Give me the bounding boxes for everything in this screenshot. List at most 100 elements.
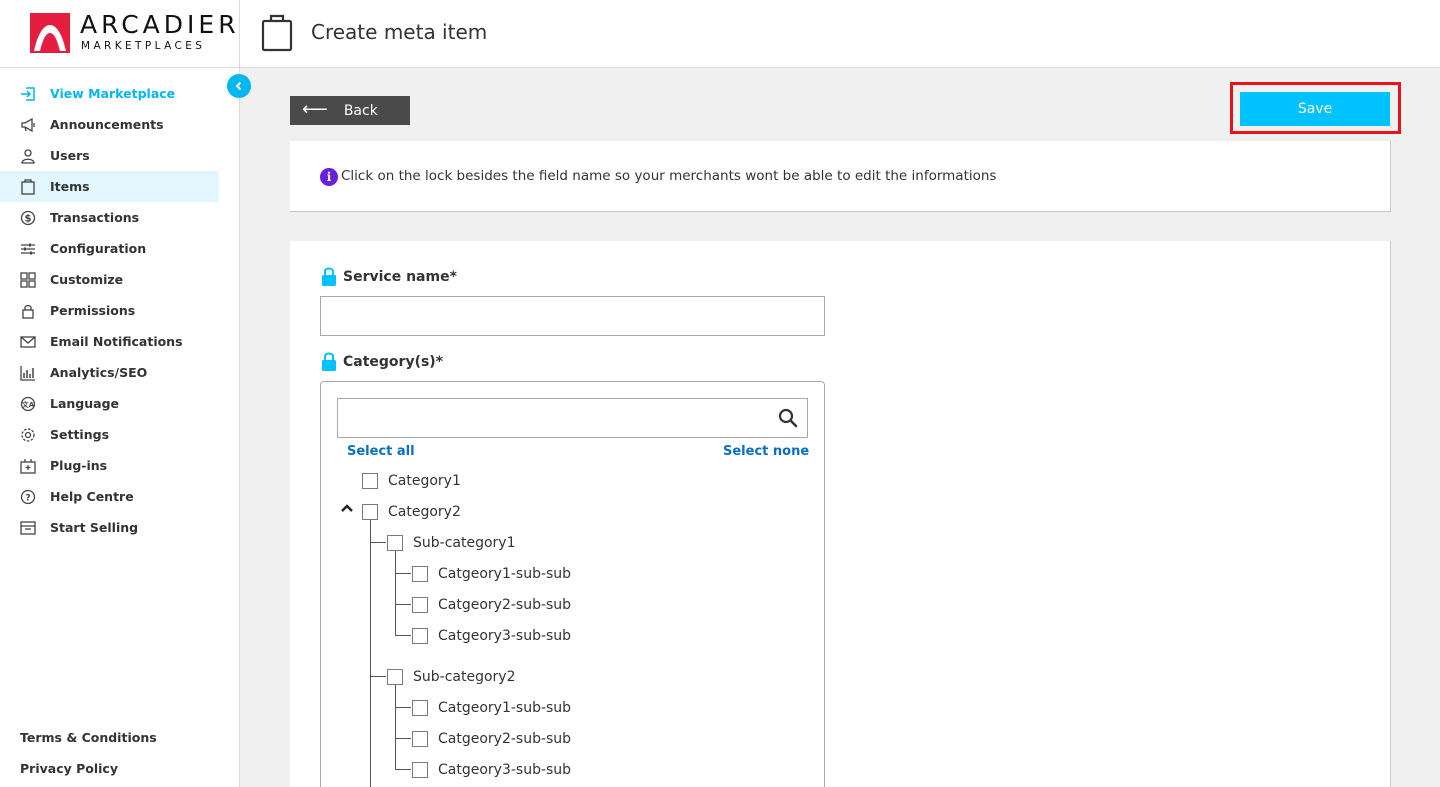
service-name-input[interactable]	[320, 296, 825, 336]
tree-line	[395, 635, 411, 636]
select-none-link[interactable]: Select none	[723, 444, 809, 459]
sidebar-collapse-button[interactable]	[227, 74, 251, 98]
select-all-link[interactable]: Select all	[347, 444, 415, 459]
checkbox[interactable]	[412, 566, 428, 582]
checkbox[interactable]	[412, 762, 428, 778]
sidebar-item-label: Configuration	[50, 241, 147, 256]
tree-item-label: Catgeory1-sub-sub	[438, 566, 572, 582]
lock-icon[interactable]	[321, 351, 337, 371]
tree-item-label: Category2	[388, 504, 461, 520]
top-header: ARCADIER MARKETPLACES Create meta item	[0, 0, 1440, 68]
tree-item-sub2-a[interactable]: Catgeory1-sub-sub	[412, 698, 571, 718]
sidebar-item-users[interactable]: Users	[0, 140, 219, 171]
tree-item-label: Catgeory2-sub-sub	[438, 597, 572, 613]
sidebar-item-analytics-seo[interactable]: Analytics/SEO	[0, 357, 219, 388]
sidebar-item-label: View Marketplace	[50, 86, 176, 101]
tree-item-label: Catgeory2-sub-sub	[438, 731, 572, 747]
category-search-input[interactable]	[337, 398, 808, 438]
tree-item-sub2-c[interactable]: Catgeory3-sub-sub	[412, 760, 571, 780]
tree-line	[395, 573, 411, 574]
tree-item-label: Sub-category2	[413, 669, 516, 685]
chevron-left-icon	[235, 81, 242, 91]
tree-item-label: Catgeory3-sub-sub	[438, 762, 572, 778]
checkbox[interactable]	[412, 731, 428, 747]
sidebar-item-plug-ins[interactable]: Plug-ins	[0, 450, 219, 481]
megaphone-icon	[20, 117, 36, 133]
sidebar-footer: Terms & Conditions Privacy Policy	[20, 726, 157, 787]
brand-name: ARCADIER	[80, 10, 240, 39]
clipboard-icon	[261, 14, 293, 52]
sidebar-item-help-centre[interactable]: ? Help Centre	[0, 481, 219, 512]
sidebar-item-label: Transactions	[50, 210, 140, 225]
search-icon[interactable]	[778, 408, 798, 428]
sidebar-item-settings[interactable]: Settings	[0, 419, 219, 450]
tree-item-category2[interactable]: Category2	[362, 502, 461, 522]
checkbox[interactable]	[362, 504, 378, 520]
sidebar-item-transactions[interactable]: $ Transactions	[0, 202, 219, 233]
tree-item-sub1-b[interactable]: Catgeory2-sub-sub	[412, 595, 571, 615]
sidebar-item-label: Analytics/SEO	[50, 365, 148, 380]
plugin-icon	[20, 458, 36, 474]
storefront-icon	[20, 520, 36, 536]
lock-icon[interactable]	[321, 266, 337, 286]
tree-line	[395, 769, 411, 770]
sidebar-item-label: Language	[50, 396, 120, 411]
tree-line	[370, 542, 386, 543]
sidebar-item-items[interactable]: Items	[0, 171, 219, 202]
sidebar-item-language[interactable]: 文A Language	[0, 388, 219, 419]
enter-icon	[20, 86, 36, 102]
sidebar-item-configuration[interactable]: Configuration	[0, 233, 219, 264]
tree-item-category1[interactable]: Category1	[362, 471, 461, 491]
arcadier-logo-icon	[30, 13, 70, 53]
category-label: Category(s)*	[343, 354, 444, 370]
tree-line	[395, 604, 411, 605]
save-button[interactable]: Save	[1240, 92, 1390, 126]
checkbox[interactable]	[412, 597, 428, 613]
help-icon: ?	[20, 489, 36, 505]
info-panel: i Click on the lock besides the field na…	[290, 141, 1391, 212]
user-icon	[20, 148, 36, 164]
back-button[interactable]: ⟵ Back	[290, 96, 410, 125]
service-name-label: Service name*	[343, 269, 457, 285]
tree-line	[370, 519, 371, 787]
tree-item-sub-category2[interactable]: Sub-category2	[387, 667, 515, 687]
sidebar-item-label: Customize	[50, 272, 124, 287]
logo[interactable]: ARCADIER MARKETPLACES	[0, 0, 240, 68]
chevron-up-icon[interactable]	[340, 503, 354, 513]
tree-item-sub1-c[interactable]: Catgeory3-sub-sub	[412, 626, 571, 646]
sidebar-item-label: Announcements	[50, 117, 164, 132]
svg-text:文A: 文A	[22, 400, 35, 409]
sidebar-item-start-selling[interactable]: Start Selling	[0, 512, 219, 543]
tree-line	[395, 738, 411, 739]
checkbox[interactable]	[362, 473, 378, 489]
terms-link[interactable]: Terms & Conditions	[20, 726, 157, 757]
tree-line	[370, 676, 386, 677]
privacy-link[interactable]: Privacy Policy	[20, 757, 157, 787]
checkbox[interactable]	[387, 535, 403, 551]
sidebar-nav: View Marketplace Announcements Users Ite…	[0, 78, 219, 543]
checkbox[interactable]	[412, 700, 428, 716]
sidebar-item-announcements[interactable]: Announcements	[0, 109, 219, 140]
arrow-left-icon: ⟵	[302, 98, 328, 120]
sidebar: View Marketplace Announcements Users Ite…	[0, 68, 240, 787]
brand-tagline: MARKETPLACES	[81, 40, 206, 52]
tree-item-sub-category1[interactable]: Sub-category1	[387, 533, 515, 553]
sidebar-item-label: Start Selling	[50, 520, 139, 535]
info-icon: i	[320, 168, 338, 186]
sidebar-item-permissions[interactable]: Permissions	[0, 295, 219, 326]
dollar-icon: $	[20, 210, 36, 226]
sidebar-item-email-notifications[interactable]: Email Notifications	[0, 326, 219, 357]
page-title: Create meta item	[311, 20, 488, 44]
checkbox[interactable]	[412, 628, 428, 644]
sidebar-item-customize[interactable]: Customize	[0, 264, 219, 295]
clipboard-icon	[20, 178, 36, 195]
back-button-label: Back	[343, 102, 378, 119]
sidebar-item-label: Items	[50, 179, 90, 194]
tree-item-sub2-b[interactable]: Catgeory2-sub-sub	[412, 729, 571, 749]
sidebar-item-view-marketplace[interactable]: View Marketplace	[0, 78, 219, 109]
sidebar-item-label: Help Centre	[50, 489, 134, 504]
tree-item-sub1-a[interactable]: Catgeory1-sub-sub	[412, 564, 571, 584]
tree-item-label: Catgeory1-sub-sub	[438, 700, 572, 716]
checkbox[interactable]	[387, 669, 403, 685]
sidebar-item-label: Settings	[50, 427, 110, 442]
